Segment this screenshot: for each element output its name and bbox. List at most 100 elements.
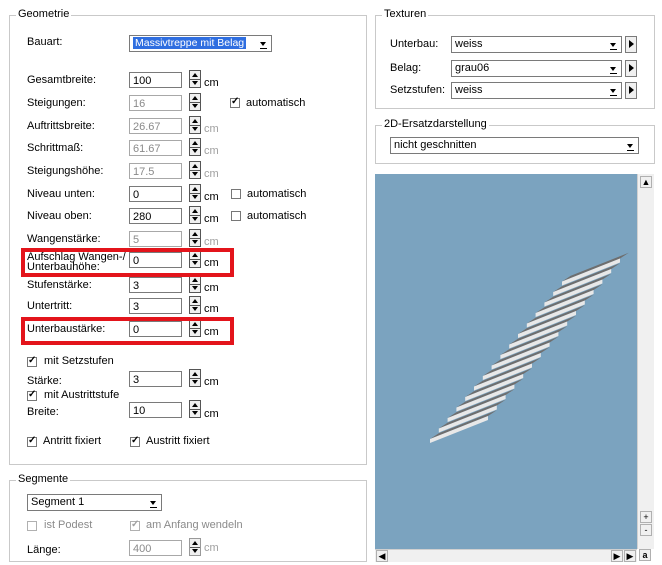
zoom-in-button[interactable]: + [640, 511, 652, 523]
unterbau-label: Unterbau: [390, 38, 439, 50]
austritt-fixiert-label: Austritt fixiert [146, 435, 210, 447]
geometrie-row-unit: cm [204, 213, 219, 225]
geometrie-row-stepper[interactable] [189, 275, 201, 293]
geometrie-row-label: Schrittmaß: [27, 142, 84, 154]
texturen-title: Texturen [382, 8, 429, 20]
am-anfang-wendeln-checkbox[interactable] [130, 519, 140, 531]
geometrie-row-stepper[interactable] [189, 93, 201, 111]
geometrie-row-input[interactable]: 16 [129, 95, 182, 111]
mit-austrittstufe-checkbox[interactable] [27, 389, 37, 401]
automatisch-checkbox[interactable] [231, 211, 241, 221]
breite-unit: cm [204, 408, 219, 420]
chevron-down-icon[interactable] [257, 37, 270, 50]
geometrie-row-label: Gesamtbreite: [27, 74, 97, 86]
ersatz-title: 2D-Ersatzdarstellung [382, 118, 489, 130]
segment-value: Segment 1 [31, 496, 85, 508]
chevron-down-icon[interactable] [607, 38, 620, 51]
geometrie-row-label: Niveau oben: [27, 210, 92, 222]
breite-input[interactable]: 10 [129, 402, 182, 418]
scroll-right-arrow-icon[interactable]: ▶ [611, 550, 623, 562]
antritt-fixiert-checkbox[interactable] [27, 435, 37, 447]
geometrie-row-input[interactable]: 17.5 [129, 163, 182, 179]
geometrie-row-label: Untertritt: [27, 300, 73, 312]
geometrie-row-stepper[interactable] [189, 229, 201, 247]
breite-stepper[interactable] [189, 400, 201, 418]
geometrie-row-input[interactable]: 61.67 [129, 140, 182, 156]
staerke-stepper[interactable] [189, 369, 201, 387]
chevron-down-icon[interactable] [607, 84, 620, 97]
geometrie-row-label: Auftrittsbreite: [27, 120, 95, 132]
mit-setzstufen-label: mit Setzstufen [44, 355, 114, 367]
geometrie-row-input[interactable]: 0 [129, 186, 182, 202]
scroll-right-arrow-icon-2[interactable]: ▶ [624, 550, 636, 562]
ersatz-select[interactable]: nicht geschnitten [390, 137, 639, 154]
unterbau-select[interactable]: weiss [451, 36, 622, 53]
geometrie-row-label: Niveau unten: [27, 188, 95, 200]
chevron-down-icon[interactable] [607, 62, 620, 75]
laenge-input[interactable]: 400 [129, 540, 182, 556]
geometrie-row-label: Steigungen: [27, 97, 86, 109]
automatisch-checkbox[interactable] [230, 96, 240, 108]
ist-podest-checkbox[interactable] [27, 521, 37, 531]
segment-select[interactable]: Segment 1 [27, 494, 162, 511]
geometrie-row-unit: cm [204, 282, 219, 294]
setzstufen-next-button[interactable] [625, 82, 637, 99]
geometrie-row-unit: cm [204, 77, 219, 89]
preview-horizontal-scrollbar[interactable]: ◀ ▶ ▶ [375, 549, 637, 562]
scroll-up-arrow-icon[interactable]: ▲ [640, 176, 652, 188]
geometrie-row-input[interactable]: 5 [129, 231, 182, 247]
belag-label: Belag: [390, 62, 422, 74]
ist-podest-label: ist Podest [44, 519, 93, 531]
geometrie-row-stepper[interactable] [189, 70, 201, 88]
zoom-out-button[interactable]: - [640, 524, 652, 536]
geometrie-title: Geometrie [16, 8, 72, 20]
geometrie-row-label: Wangenstärke: [27, 233, 101, 245]
geometrie-row-stepper[interactable] [189, 138, 201, 156]
unterbau-value: weiss [455, 38, 483, 50]
mit-austrittstufe-label: mit Austrittstufe [44, 389, 120, 401]
geometrie-row-stepper[interactable] [189, 296, 201, 314]
geometrie-row-input[interactable]: 3 [129, 298, 182, 314]
austritt-fixiert-checkbox[interactable] [130, 435, 140, 447]
geometrie-row-stepper[interactable] [189, 161, 201, 179]
mit-setzstufen-checkbox[interactable] [27, 355, 37, 367]
geometrie-row-input[interactable]: 3 [129, 277, 182, 293]
laenge-unit: cm [204, 542, 219, 554]
highlight-unterbaustaerke [21, 317, 234, 345]
geometrie-row-label: Steigungshöhe: [27, 165, 104, 177]
laenge-stepper[interactable] [189, 538, 201, 556]
preview-vertical-scrollbar[interactable]: ▲ + - [637, 174, 654, 549]
breite-label: Breite: [27, 406, 59, 418]
geometrie-row-stepper[interactable] [189, 206, 201, 224]
staerke-input[interactable]: 3 [129, 371, 182, 387]
automatisch-label: automatisch [247, 188, 307, 200]
antritt-fixiert-label: Antritt fixiert [43, 435, 102, 447]
highlight-aufschlag [21, 248, 234, 277]
bauart-select[interactable]: Massivtreppe mit Belag [129, 35, 272, 52]
ersatz-value: nicht geschnitten [394, 139, 477, 151]
geometrie-row-label: Stufenstärke: [27, 279, 92, 291]
geometrie-row-unit: cm [204, 123, 219, 135]
chevron-down-icon[interactable] [624, 139, 637, 152]
geometrie-row-stepper[interactable] [189, 184, 201, 202]
belag-next-button[interactable] [625, 60, 637, 77]
geometrie-row-input[interactable]: 280 [129, 208, 182, 224]
view-a-button[interactable]: a [639, 549, 651, 561]
staerke-unit: cm [204, 376, 219, 388]
unterbau-next-button[interactable] [625, 36, 637, 53]
geometrie-row-stepper[interactable] [189, 116, 201, 134]
automatisch-checkbox[interactable] [231, 189, 241, 199]
belag-select[interactable]: grau06 [451, 60, 622, 77]
geometrie-row-input[interactable]: 100 [129, 72, 182, 88]
setzstufen-select[interactable]: weiss [451, 82, 622, 99]
bauart-label: Bauart: [27, 36, 63, 48]
stair-preview-viewport[interactable] [375, 174, 637, 549]
staerke-label: Stärke: [27, 375, 62, 387]
scroll-left-arrow-icon[interactable]: ◀ [376, 550, 388, 562]
laenge-label: Länge: [27, 544, 61, 556]
chevron-down-icon[interactable] [147, 496, 160, 509]
am-anfang-wendeln-label: am Anfang wendeln [146, 519, 243, 531]
setzstufen-value: weiss [455, 84, 483, 96]
bauart-value: Massivtreppe mit Belag [133, 37, 247, 49]
geometrie-row-input[interactable]: 26.67 [129, 118, 182, 134]
